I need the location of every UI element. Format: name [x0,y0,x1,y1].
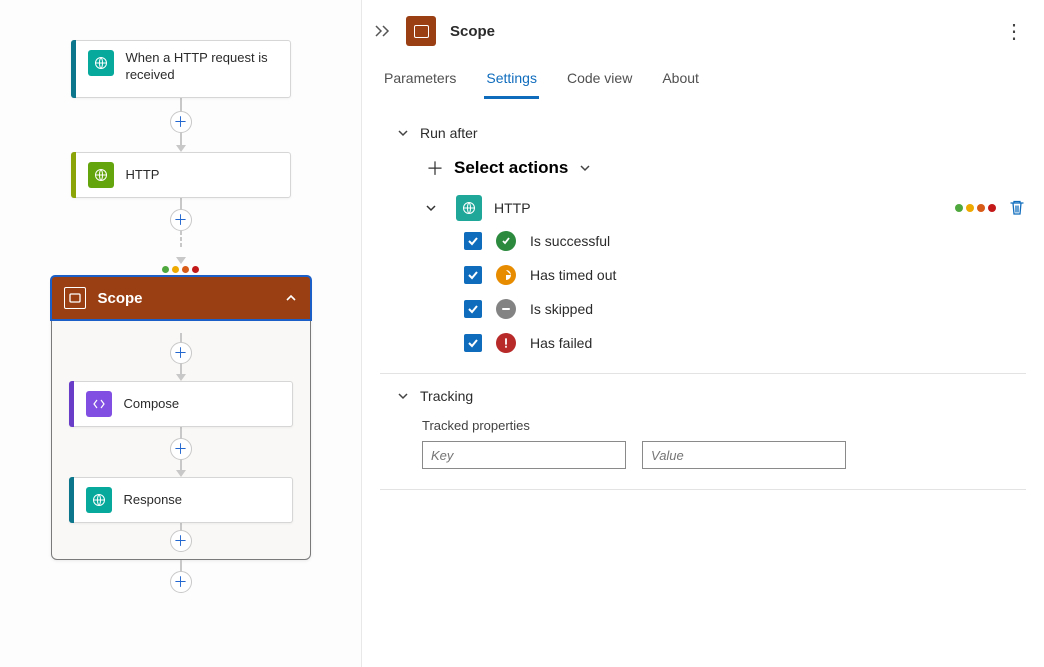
scope-label: Scope [98,290,284,307]
checkbox-is-skipped[interactable] [464,300,482,318]
tab-parameters[interactable]: Parameters [382,66,458,98]
add-button[interactable]: ＋ [170,530,192,552]
collapse-icon[interactable] [374,24,392,38]
response-icon [86,487,112,513]
select-actions-button[interactable]: ＋ Select actions [380,155,1026,181]
skip-icon [496,299,516,319]
tab-about[interactable]: About [660,66,701,98]
http-action-label: HTTP [126,167,160,184]
response-card[interactable]: Response [69,477,293,523]
scope-container[interactable]: Scope ＋ Compose ＋ [51,276,311,560]
scope-icon [64,287,86,309]
checkbox-has-timed-out[interactable] [464,266,482,284]
chevron-down-icon [396,389,410,403]
plus-icon: ＋ [426,155,444,181]
compose-icon [86,391,112,417]
tracked-properties-label: Tracked properties [380,418,1026,433]
scope-header[interactable]: Scope [50,275,312,321]
http-action-card[interactable]: HTTP [71,152,291,198]
tab-bar: Parameters Settings Code view About [362,66,1044,99]
trigger-label: When a HTTP request is received [126,50,280,84]
section-run-after: Run after ＋ Select actions HTTP [380,111,1026,374]
add-button[interactable]: ＋ [170,209,192,231]
response-label: Response [124,492,183,509]
tracking-header[interactable]: Tracking [380,388,1026,404]
status-has-failed: Has failed [464,333,1026,353]
add-button[interactable]: ＋ [170,342,192,364]
http-trigger-icon [88,50,114,76]
add-button[interactable]: ＋ [170,438,192,460]
http-action-icon [88,162,114,188]
run-after-dots-icon [162,266,199,273]
tab-codeview[interactable]: Code view [565,66,634,98]
section-tracking: Tracking Tracked properties [380,374,1026,490]
trash-icon[interactable] [1008,199,1026,217]
tab-settings[interactable]: Settings [484,66,539,99]
scope-icon [406,16,436,46]
clock-icon [496,265,516,285]
chevron-down-icon[interactable] [424,201,438,215]
add-button[interactable]: ＋ [170,111,192,133]
run-after-header[interactable]: Run after [380,125,1026,141]
connector-dashed [180,230,182,258]
http-action-icon [456,195,482,221]
compose-label: Compose [124,396,180,413]
checkbox-is-successful[interactable] [464,232,482,250]
chevron-down-icon [396,126,410,140]
success-icon [496,231,516,251]
tracked-value-input[interactable] [642,441,846,469]
status-is-successful: Is successful [464,231,1026,251]
more-menu-icon[interactable]: ⋮ [998,19,1030,44]
status-has-timed-out: Has timed out [464,265,1026,285]
tracked-key-input[interactable] [422,441,626,469]
run-after-action[interactable]: HTTP [380,195,1026,221]
error-icon [496,333,516,353]
add-button[interactable]: ＋ [170,571,192,593]
trigger-card[interactable]: When a HTTP request is received [71,40,291,98]
panel-title: Scope [450,23,998,40]
chevron-down-icon [578,161,592,175]
compose-card[interactable]: Compose [69,381,293,427]
settings-panel: Scope ⋮ Parameters Settings Code view Ab… [362,0,1044,667]
checkbox-has-failed[interactable] [464,334,482,352]
workflow-canvas[interactable]: When a HTTP request is received ＋ HTTP ＋… [0,0,362,667]
status-dots-icon [955,204,996,212]
chevron-up-icon [284,291,298,305]
status-is-skipped: Is skipped [464,299,1026,319]
